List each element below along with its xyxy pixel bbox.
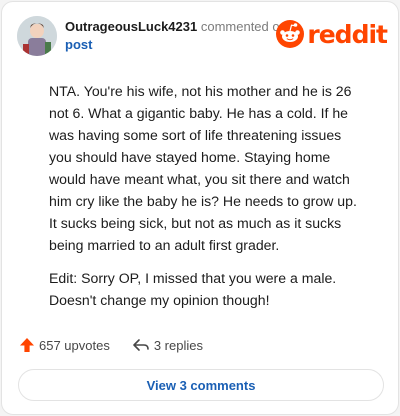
post-link[interactable]: post — [65, 37, 92, 53]
avatar-image — [17, 16, 57, 56]
upvote-button[interactable]: 657 upvotes — [19, 337, 110, 353]
reply-arrow-icon — [133, 339, 149, 351]
comment-paragraph: NTA. You're his wife, not his mother and… — [49, 83, 357, 253]
reddit-logo[interactable]: reddit — [276, 19, 388, 49]
upvote-count: 657 upvotes — [39, 337, 110, 353]
avatar[interactable] — [17, 16, 57, 56]
comment-card: OutrageousLuck4231 commented on post red… — [1, 1, 399, 415]
reddit-logo-icon — [276, 20, 305, 48]
comment-actions: 657 upvotes 3 replies — [19, 335, 203, 355]
comment-header: OutrageousLuck4231 commented on post red… — [17, 16, 388, 56]
author-name[interactable]: OutrageousLuck4231 — [65, 19, 197, 34]
comment-body: NTA. You're his wife, not his mother and… — [49, 80, 359, 322]
author-line: OutrageousLuck4231 commented on — [65, 19, 287, 35]
reply-count: 3 replies — [153, 337, 203, 353]
view-comments-button[interactable]: View 3 comments — [18, 369, 384, 401]
reddit-wordmark: reddit — [307, 19, 388, 49]
upvote-arrow-icon — [20, 338, 34, 352]
action-verb: commented on — [200, 19, 287, 34]
comment-paragraph: Edit: Sorry OP, I missed that you were a… — [49, 270, 337, 308]
replies-button[interactable]: 3 replies — [132, 337, 203, 353]
